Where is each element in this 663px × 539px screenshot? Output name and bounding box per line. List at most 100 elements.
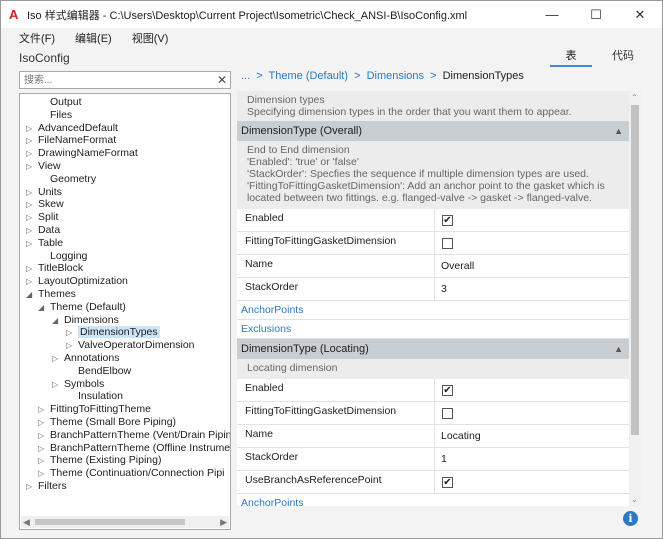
expand-arrow-icon[interactable]: ▷ [26, 211, 38, 224]
info-icon[interactable]: i [623, 511, 638, 526]
expand-arrow-icon[interactable]: ▷ [38, 467, 50, 480]
property-checkbox[interactable]: ✔ [442, 385, 453, 396]
tree-item[interactable]: ▷ BranchPatternTheme (Offline Instrume [38, 442, 230, 455]
expand-arrow-icon[interactable]: ▷ [52, 352, 64, 365]
property-value-field[interactable]: 1 [441, 448, 447, 471]
tree-item[interactable]: Files [38, 109, 72, 122]
tree-item[interactable]: ▷ Split [26, 211, 58, 224]
menu-view[interactable]: 视图(V) [132, 30, 169, 46]
tree-item[interactable]: Geometry [38, 173, 96, 186]
expand-arrow-icon[interactable]: ▷ [38, 454, 50, 467]
config-tree: ◀ ▶ Output Files ▷ AdvancedDefault ▷ FileName… [19, 93, 231, 530]
tree-item[interactable]: ▷ LayoutOptimization [26, 275, 128, 288]
tree-item[interactable]: ▷ Data [26, 224, 60, 237]
close-button[interactable]: ✕ [618, 1, 662, 28]
expand-arrow-icon[interactable]: ▷ [66, 326, 78, 339]
tree-item[interactable]: Output [38, 96, 82, 109]
collapse-icon[interactable]: ▲ [614, 339, 623, 359]
collection-link[interactable]: Exclusions [237, 320, 629, 339]
property-checkbox[interactable]: ✔ [442, 477, 453, 488]
tree-item[interactable]: ▷ FileNameFormat [26, 134, 116, 147]
expand-arrow-icon[interactable]: ▷ [26, 237, 38, 250]
expand-arrow-icon[interactable]: ▷ [38, 416, 50, 429]
app-window: A Iso 样式编辑器 - C:\Users\Desktop\Current P… [0, 0, 663, 539]
expand-arrow-icon[interactable]: ◢ [26, 288, 38, 301]
scroll-down-icon[interactable]: ⌄ [631, 495, 638, 504]
scroll-up-icon[interactable]: ⌃ [631, 93, 638, 102]
clear-search-icon[interactable]: ✕ [214, 73, 230, 87]
collection-link[interactable]: AnchorPoints [237, 301, 629, 320]
expand-arrow-icon[interactable]: ▷ [38, 403, 50, 416]
tree-item[interactable]: ▷ FittingToFittingTheme [38, 403, 151, 416]
expand-arrow-icon[interactable]: ▷ [26, 275, 38, 288]
property-name: StackOrder [245, 281, 299, 293]
tree-item[interactable]: ▷ Symbols [52, 378, 104, 391]
expand-arrow-icon[interactable]: ▷ [26, 186, 38, 199]
tree-item[interactable]: ▷ Skew [26, 198, 64, 211]
menu-file[interactable]: 文件(F) [19, 30, 55, 46]
tree-item[interactable]: ▷ Table [26, 237, 63, 250]
collection-link[interactable]: AnchorPoints [237, 494, 629, 506]
scroll-thumb[interactable] [35, 519, 185, 525]
property-checkbox[interactable]: ✔ [442, 215, 453, 226]
search-input[interactable] [20, 72, 214, 88]
tree-item[interactable]: BendElbow [66, 365, 131, 378]
minimize-button[interactable]: — [530, 1, 574, 28]
section-header[interactable]: DimensionType (Overall) ▲ [237, 121, 629, 141]
tree-item[interactable]: ◢ Theme (Default) [38, 301, 126, 314]
tree-item[interactable]: ◢ Dimensions [52, 314, 119, 327]
scroll-left-icon[interactable]: ◀ [23, 516, 30, 528]
grid-vertical-scrollbar[interactable]: ⌃ ⌄ [629, 91, 641, 506]
tree-item[interactable]: ▷ View [26, 160, 61, 173]
scroll-right-icon[interactable]: ▶ [220, 516, 227, 528]
section-header[interactable]: DimensionType (Locating) ▲ [237, 339, 629, 359]
expand-arrow-icon[interactable]: ▷ [52, 378, 64, 391]
expand-arrow-icon[interactable]: ▷ [26, 262, 38, 275]
expand-arrow-icon[interactable]: ▷ [26, 134, 38, 147]
expand-arrow-icon[interactable]: ▷ [26, 122, 38, 135]
property-value-field[interactable]: 3 [441, 278, 447, 301]
collapse-icon[interactable]: ▲ [614, 121, 623, 141]
property-checkbox[interactable] [442, 408, 453, 419]
maximize-button[interactable]: ☐ [574, 1, 618, 28]
tab-code[interactable]: 代码 [602, 47, 644, 67]
tree-item-label: AdvancedDefault [38, 121, 118, 134]
tree-horizontal-scrollbar[interactable]: ◀ ▶ [21, 516, 229, 528]
tree-item[interactable]: ▷ Theme (Continuation/Connection Pipi [38, 467, 225, 480]
expand-arrow-icon[interactable]: ▷ [26, 224, 38, 237]
scroll-thumb[interactable] [631, 105, 639, 435]
tree-item[interactable]: ▷ ValveOperatorDimension [66, 339, 195, 352]
expand-arrow-icon[interactable]: ▷ [66, 339, 78, 352]
expand-arrow-icon[interactable]: ▷ [26, 147, 38, 160]
tree-item[interactable]: ▷ Theme (Small Bore Piping) [38, 416, 176, 429]
expand-arrow-icon[interactable]: ◢ [38, 301, 50, 314]
tree-item[interactable]: ▷ DimensionTypes [66, 326, 160, 339]
breadcrumb-ellipsis[interactable]: ... [241, 70, 250, 82]
breadcrumb-theme-default[interactable]: Theme (Default) [269, 70, 348, 82]
expand-arrow-icon[interactable]: ▷ [38, 429, 50, 442]
tree-item[interactable]: ▷ Theme (Existing Piping) [38, 454, 161, 467]
tree-item[interactable]: ▷ Filters [26, 480, 67, 493]
expand-arrow-icon[interactable]: ◢ [52, 314, 64, 327]
tree-item-label: Skew [38, 198, 64, 211]
tree-item[interactable]: ▷ BranchPatternTheme (Vent/Drain Pipin [38, 429, 230, 442]
expand-arrow-icon[interactable]: ▷ [26, 198, 38, 211]
expand-arrow-icon[interactable]: ▷ [38, 442, 50, 455]
tab-table[interactable]: 表 [550, 47, 592, 67]
breadcrumb-dimensions[interactable]: Dimensions [367, 70, 424, 82]
property-value-field[interactable]: Locating [441, 425, 481, 448]
tree-item-label: Symbols [64, 377, 105, 390]
tree-item[interactable]: ▷ Annotations [52, 352, 119, 365]
tree-item[interactable]: ▷ AdvancedDefault [26, 122, 118, 135]
property-value-field[interactable]: Overall [441, 255, 474, 278]
menu-edit[interactable]: 编辑(E) [75, 30, 112, 46]
tree-item[interactable]: ▷ Units [26, 186, 62, 199]
property-checkbox[interactable] [442, 238, 453, 249]
tree-item[interactable]: ◢ Themes [26, 288, 76, 301]
tree-item[interactable]: ▷ TitleBlock [26, 262, 83, 275]
tree-item[interactable]: Insulation [66, 390, 123, 403]
expand-arrow-icon[interactable]: ▷ [26, 160, 38, 173]
tree-item[interactable]: ▷ DrawingNameFormat [26, 147, 138, 160]
tree-item[interactable]: Logging [38, 250, 87, 263]
expand-arrow-icon[interactable]: ▷ [26, 480, 38, 493]
